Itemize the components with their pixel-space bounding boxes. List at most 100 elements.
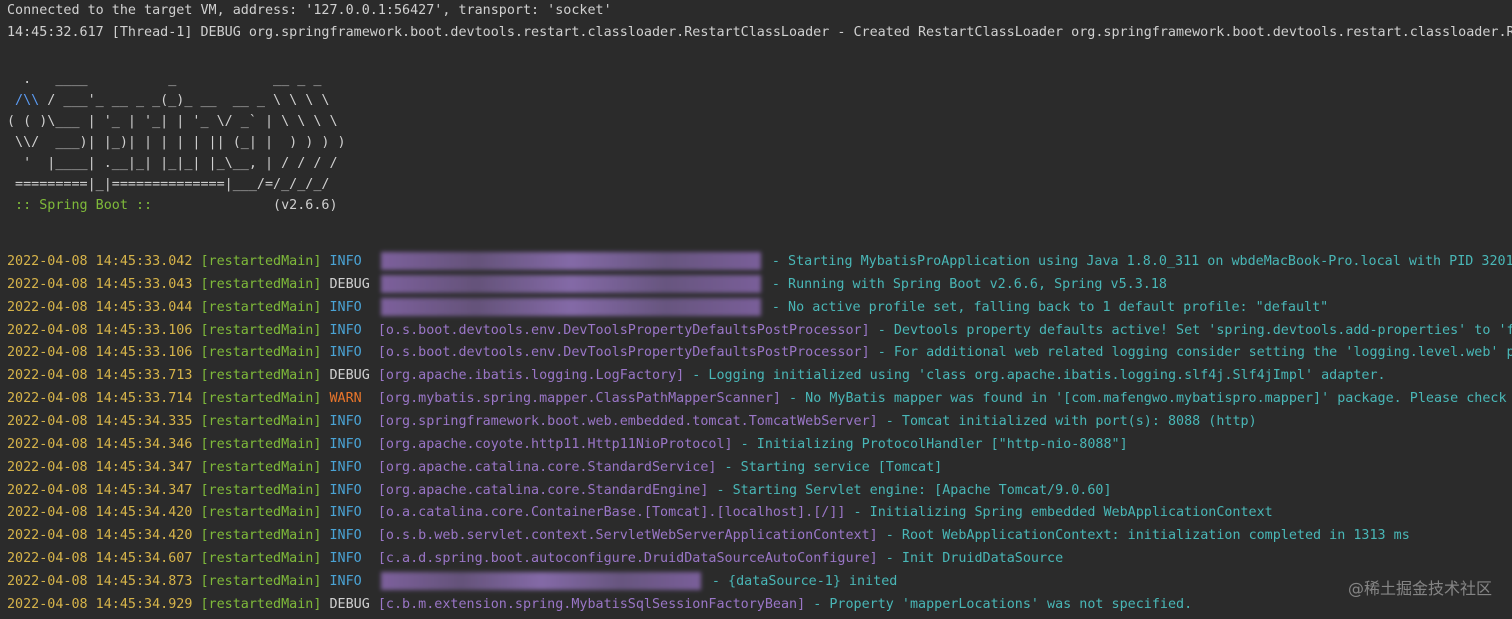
log-logger: [org.apache.ibatis.logging.LogFactory] — [377, 368, 685, 384]
log-line: 2022-04-08 14:45:34.346 [restartedMain] … — [7, 434, 1128, 457]
log-logger: [c.b.m.extension.spring.MybatisSqlSessio… — [377, 596, 806, 612]
log-level: INFO — [329, 573, 370, 589]
log-thread: [restartedMain] — [200, 528, 322, 544]
log-timestamp: 2022-04-08 14:45:34.420 — [7, 528, 193, 544]
log-level: INFO — [329, 413, 370, 429]
log-timestamp: 2022-04-08 14:45:34.607 — [7, 551, 193, 567]
log-logger: [org.apache.coyote.http11.Http11NioProto… — [377, 436, 733, 452]
spring-banner-line-4: \\/ ___)| |_)| | | | | || (_| | ) ) ) ) — [7, 135, 346, 150]
log-timestamp: 2022-04-08 14:45:34.347 — [7, 459, 193, 475]
log-logger: [c.a.d.spring.boot.autoconfigure.DruidDa… — [377, 551, 878, 567]
log-timestamp: 2022-04-08 14:45:34.929 — [7, 596, 193, 612]
banner-rest-segment: / ___'_ __ _ _(_)_ __ __ _ \ \ \ \ — [39, 93, 330, 108]
log-timestamp: 2022-04-08 14:45:33.042 — [7, 254, 193, 269]
log-message: - Root WebApplicationContext: initializa… — [877, 528, 1410, 544]
log-thread: [restartedMain] — [200, 322, 322, 338]
log-logger: [org.springframework.boot.web.embedded.t… — [377, 413, 878, 429]
log-thread: [restartedMain] — [200, 596, 322, 612]
log-message: - For additional web related logging con… — [869, 345, 1512, 361]
log-level: DEBUG — [329, 276, 370, 292]
log-thread: [restartedMain] — [200, 551, 322, 567]
spring-banner-line-5: ' |____| .__|_| |_|_| |_\__, | / / / / — [7, 156, 338, 171]
log-message: - Devtools property defaults active! Set… — [869, 322, 1512, 338]
console-output[interactable]: Connected to the target VM, address: '12… — [0, 0, 1512, 619]
log-thread: [restartedMain] — [200, 391, 322, 407]
log-logger: [o.s.b.web.servlet.context.ServletWebSer… — [377, 528, 878, 544]
log-thread: [restartedMain] — [200, 459, 322, 475]
log-logger: [org.apache.catalina.core.StandardEngine… — [377, 482, 709, 498]
log-line: 2022-04-08 14:45:34.335 [restartedMain] … — [7, 411, 1257, 434]
log-line: 2022-04-08 14:45:33.713 [restartedMain] … — [7, 365, 1386, 388]
log-thread: [restartedMain] — [200, 368, 322, 384]
log-line: 2022-04-08 14:45:33.043 [restartedMain] … — [7, 274, 1167, 297]
classloader-line: 14:45:32.617 [Thread-1] DEBUG org.spring… — [7, 25, 1512, 40]
redacted-logger — [380, 252, 761, 270]
log-message: - Starting service [Tomcat] — [716, 459, 943, 475]
log-level: INFO — [329, 505, 370, 521]
log-line: 2022-04-08 14:45:34.607 [restartedMain] … — [7, 548, 1063, 571]
log-timestamp: 2022-04-08 14:45:33.044 — [7, 299, 193, 315]
log-thread: [restartedMain] — [200, 276, 322, 292]
log-message: - Running with Spring Boot v2.6.6, Sprin… — [763, 276, 1167, 292]
log-logger: [org.mybatis.spring.mapper.ClassPathMapp… — [377, 391, 781, 407]
log-message: - Tomcat initialized with port(s): 8088 … — [877, 413, 1257, 429]
log-message: - Property 'mapperLocations' was not spe… — [805, 596, 1193, 612]
log-level: INFO — [329, 322, 370, 338]
log-line: 2022-04-08 14:45:34.420 [restartedMain] … — [7, 525, 1410, 548]
log-line: 2022-04-08 14:45:34.929 [restartedMain] … — [7, 594, 1192, 617]
log-thread: [restartedMain] — [200, 345, 322, 361]
log-level: INFO — [329, 345, 370, 361]
spring-boot-label: :: Spring Boot :: — [7, 198, 153, 213]
log-level: DEBUG — [329, 596, 370, 612]
log-level: INFO — [329, 482, 370, 498]
spring-banner-line-2: /\\ / ___'_ __ _ _(_)_ __ __ _ \ \ \ \ — [7, 91, 329, 112]
log-level: INFO — [329, 459, 370, 475]
log-thread: [restartedMain] — [200, 482, 322, 498]
spring-banner-line-6: =========|_|==============|___/=/_/_/_/ — [7, 177, 330, 192]
log-thread: [restartedMain] — [200, 254, 322, 269]
spring-boot-version: (v2.6.6) — [152, 198, 338, 213]
log-level: INFO — [329, 299, 370, 315]
log-level: INFO — [329, 254, 370, 269]
banner-slash-segment: /\\ — [7, 93, 40, 108]
log-timestamp: 2022-04-08 14:45:33.043 — [7, 276, 193, 292]
log-message: - No MyBatis mapper was found in '[com.m… — [780, 391, 1512, 407]
log-thread: [restartedMain] — [200, 299, 322, 315]
log-message: - Init DruidDataSource — [877, 551, 1064, 567]
connected-line: Connected to the target VM, address: '12… — [7, 3, 612, 18]
spring-banner-line-1: . ____ _ __ _ _ — [7, 72, 322, 87]
log-level: DEBUG — [329, 368, 370, 384]
log-timestamp: 2022-04-08 14:45:34.420 — [7, 505, 193, 521]
log-message: - Starting Servlet engine: [Apache Tomca… — [708, 482, 1112, 498]
log-thread: [restartedMain] — [200, 573, 322, 589]
watermark: @稀土掘金技术社区 — [1347, 579, 1492, 598]
log-level: INFO — [329, 436, 370, 452]
spring-banner-line-3: ( ( )\___ | '_ | '_| | '_ \/ _` | \ \ \ … — [7, 114, 338, 129]
log-logger: [o.s.boot.devtools.env.DevToolsPropertyD… — [377, 322, 870, 338]
log-thread: [restartedMain] — [200, 436, 322, 452]
log-level: INFO — [329, 551, 370, 567]
log-line: 2022-04-08 14:45:33.042 [restartedMain] … — [7, 251, 1512, 274]
log-line: 2022-04-08 14:45:33.044 [restartedMain] … — [7, 297, 1328, 320]
log-message: - Logging initialized using 'class org.a… — [684, 368, 1386, 384]
log-logger: [o.s.boot.devtools.env.DevToolsPropertyD… — [377, 345, 870, 361]
log-message: - Initializing Spring embedded WebApplic… — [845, 505, 1273, 521]
spring-boot-version-line: :: Spring Boot :: (v2.6.6) — [7, 196, 338, 217]
log-timestamp: 2022-04-08 14:45:34.347 — [7, 482, 193, 498]
log-timestamp: 2022-04-08 14:45:34.873 — [7, 573, 193, 589]
log-timestamp: 2022-04-08 14:45:33.713 — [7, 368, 193, 384]
log-timestamp: 2022-04-08 14:45:33.106 — [7, 345, 193, 361]
log-level: WARN — [329, 391, 370, 407]
log-timestamp: 2022-04-08 14:45:34.335 — [7, 413, 193, 429]
log-timestamp: 2022-04-08 14:45:33.714 — [7, 391, 193, 407]
redacted-logger — [380, 571, 701, 590]
log-line: 2022-04-08 14:45:34.347 [restartedMain] … — [7, 480, 1112, 503]
log-line: 2022-04-08 14:45:33.106 [restartedMain] … — [7, 320, 1512, 343]
log-message: - Starting MybatisProApplication using J… — [763, 254, 1512, 269]
redacted-logger — [380, 274, 761, 293]
log-line: 2022-04-08 14:45:34.347 [restartedMain] … — [7, 457, 942, 480]
log-line: 2022-04-08 14:45:33.106 [restartedMain] … — [7, 342, 1512, 365]
log-timestamp: 2022-04-08 14:45:34.346 — [7, 436, 193, 452]
log-line: 2022-04-08 14:45:34.873 [restartedMain] … — [7, 571, 897, 594]
log-message: - Initializing ProtocolHandler ["http-ni… — [732, 436, 1128, 452]
